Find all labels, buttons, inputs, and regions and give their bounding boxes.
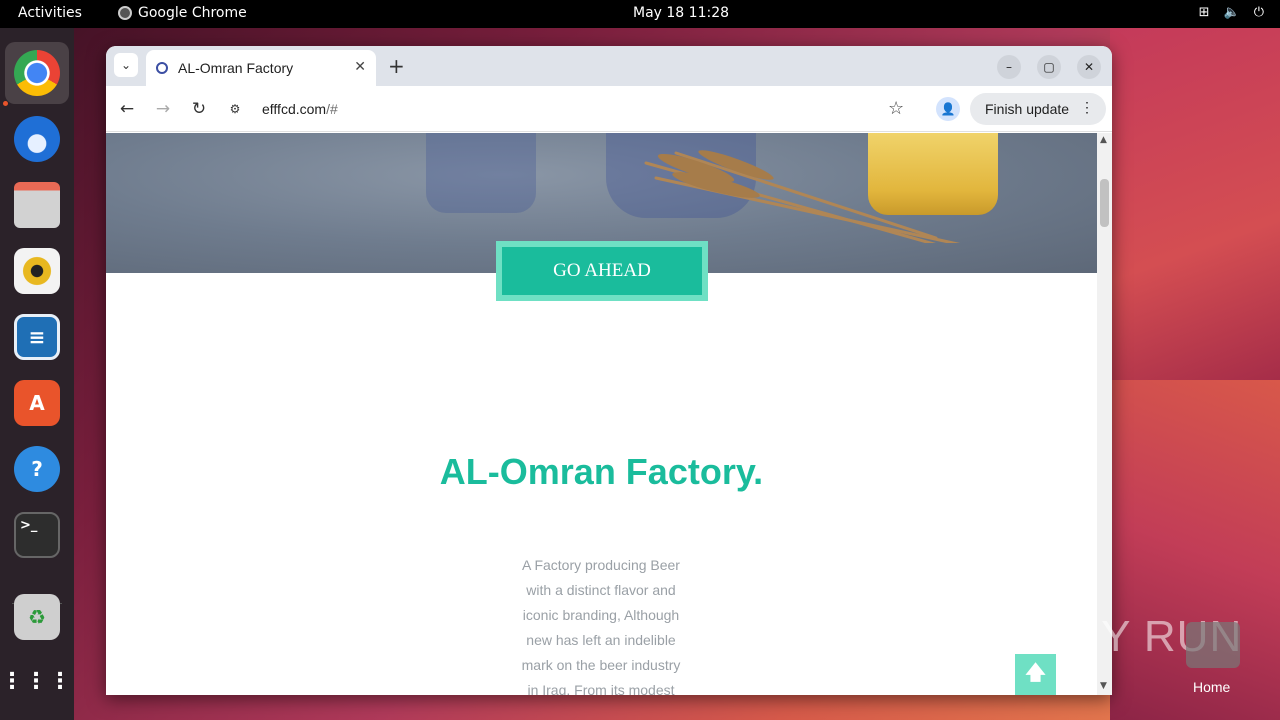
dock-show-apps[interactable]: ⋮⋮⋮ (1, 650, 73, 712)
site-info-icon[interactable]: ⚙ (224, 98, 246, 120)
web-page: GO AHEAD AL-Omran Factory. A Factory pro… (106, 133, 1097, 695)
intro-paragraph: A Factory producing Beer with a distinct… (514, 553, 688, 695)
bookmark-star-icon[interactable]: ☆ (888, 98, 904, 119)
libreoffice-writer-icon: ≡ (14, 314, 60, 360)
arrow-left-icon: ← (119, 99, 135, 119)
favicon-icon (156, 62, 168, 74)
kebab-menu-icon: ⋮ (1080, 99, 1094, 115)
home-folder-label: Home (1193, 679, 1231, 695)
arrow-right-icon: → (155, 99, 171, 119)
scroll-down-icon[interactable]: ▼ (1100, 681, 1107, 691)
dock: ≡ A ? >_ ♻ ⋮⋮⋮ (0, 28, 74, 720)
app-center-icon: A (14, 380, 60, 426)
paragraph-line: iconic branding, Although (522, 607, 680, 623)
maximize-button[interactable]: ▢ (1037, 55, 1061, 79)
url-domain: efffcd.com (262, 101, 327, 117)
wallpaper-shape (1110, 380, 1280, 720)
tab-title: AL-Omran Factory (178, 60, 294, 76)
page-heading: AL-Omran Factory. (439, 451, 764, 492)
finish-update-button[interactable]: Finish update ⋮ (970, 93, 1106, 125)
chevron-down-icon: ⌄ (120, 58, 132, 72)
finish-update-label: Finish update (985, 101, 1070, 117)
minimize-icon: – (1006, 60, 1012, 74)
browser-window: ⌄ AL-Omran Factory ✕ + – ▢ ✕ ← → ↻ ⚙ eff… (106, 46, 1112, 695)
scrollbar-thumb[interactable] (1100, 179, 1109, 227)
paragraph-line: mark on the beer industry (521, 657, 681, 673)
activities-button[interactable]: Activities (18, 5, 82, 21)
home-folder-icon[interactable] (1186, 622, 1240, 668)
maximize-icon: ▢ (1043, 60, 1055, 74)
app-name-label: Google Chrome (138, 5, 247, 21)
power-icon: ⏻ (1253, 5, 1264, 20)
forward-button[interactable]: → (152, 98, 174, 120)
arrow-up-icon: 🡅 (1025, 659, 1046, 684)
thunderbird-icon (14, 116, 60, 162)
paragraph-line: in Iraq. From its modest (527, 682, 675, 695)
paragraph-line: with a distinct flavor and (526, 582, 676, 598)
dock-files[interactable] (5, 174, 69, 236)
go-ahead-button[interactable]: GO AHEAD (496, 241, 708, 301)
close-icon: ✕ (1083, 60, 1095, 74)
clock[interactable]: May 18 11:28 (633, 5, 729, 21)
back-button[interactable]: ← (116, 98, 138, 120)
browser-toolbar: ← → ↻ ⚙ efffcd.com/# ☆ 👤 Finish update ⋮ (106, 86, 1112, 132)
paragraph-line: A Factory producing Beer (522, 557, 680, 573)
minimize-button[interactable]: – (997, 55, 1021, 79)
volume-icon: 🔈 (1223, 5, 1240, 20)
close-window-button[interactable]: ✕ (1077, 55, 1101, 79)
dock-terminal[interactable]: >_ (5, 504, 69, 566)
plus-icon: + (388, 54, 405, 78)
top-bar: Activities Google Chrome May 18 11:28 ⊞ … (0, 0, 1280, 28)
dock-chrome[interactable] (5, 42, 69, 104)
dock-writer[interactable]: ≡ (5, 306, 69, 368)
chrome-icon (14, 50, 60, 96)
dock-app-center[interactable]: A (5, 372, 69, 434)
chrome-icon (118, 6, 132, 20)
tab-strip: ⌄ AL-Omran Factory ✕ + – ▢ ✕ (106, 46, 1112, 86)
reload-icon: ↻ (191, 99, 207, 119)
network-icon: ⊞ (1198, 5, 1210, 20)
new-tab-button[interactable]: + (388, 54, 405, 78)
running-indicator (3, 101, 8, 106)
dock-help[interactable]: ? (5, 438, 69, 500)
close-tab-icon[interactable]: ✕ (354, 58, 366, 75)
address-bar[interactable]: ⚙ efffcd.com/# (224, 92, 914, 126)
app-grid-icon: ⋮⋮⋮ (1, 668, 73, 694)
files-icon (14, 182, 60, 228)
dock-rhythmbox[interactable] (5, 240, 69, 302)
scroll-up-icon[interactable]: ▲ (1100, 135, 1107, 145)
page-scrollbar[interactable]: ▲ ▼ (1097, 133, 1112, 695)
system-tray[interactable]: ⊞ 🔈 ⏻ (1199, 5, 1264, 20)
hero-shape (426, 133, 536, 213)
app-menu[interactable]: Google Chrome (118, 5, 247, 21)
tab-search-button[interactable]: ⌄ (114, 53, 138, 77)
help-icon: ? (14, 446, 60, 492)
terminal-icon: >_ (14, 512, 60, 558)
go-ahead-label: GO AHEAD (502, 247, 702, 295)
beer-glass-image (868, 133, 998, 215)
tab-active[interactable]: AL-Omran Factory ✕ (146, 50, 376, 86)
url-text: efffcd.com/# (262, 101, 338, 117)
trash-icon: ♻ (14, 594, 60, 640)
wallpaper-shape (1110, 28, 1280, 388)
reload-button[interactable]: ↻ (188, 98, 210, 120)
dock-trash[interactable]: ♻ (5, 586, 69, 648)
profile-icon[interactable]: 👤 (936, 97, 960, 121)
rhythmbox-icon (14, 248, 60, 294)
url-path: /# (326, 101, 338, 117)
paragraph-line: new has left an indelible (526, 632, 676, 648)
dock-thunderbird[interactable] (5, 108, 69, 170)
